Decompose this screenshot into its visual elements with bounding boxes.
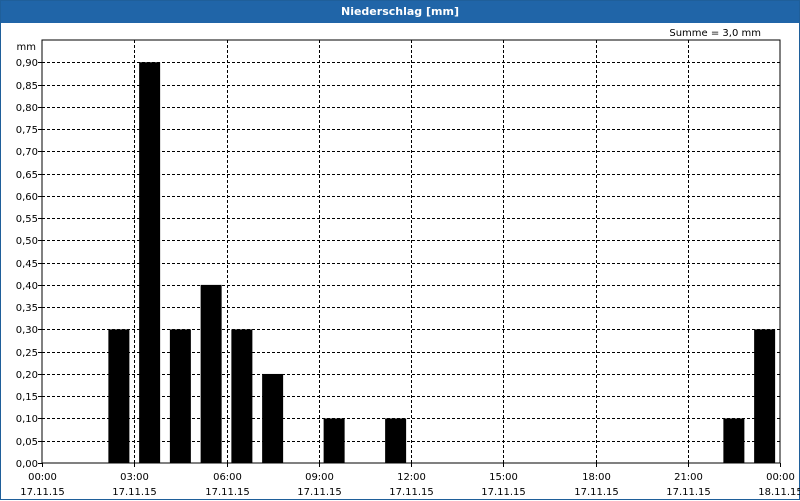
x-tick-date-label: 17.11.15 bbox=[112, 487, 157, 498]
y-tick-label: 0,35 bbox=[16, 303, 38, 314]
x-tick-date-label: 17.11.15 bbox=[481, 487, 526, 498]
y-tick-label: 0,10 bbox=[16, 414, 38, 425]
x-tick-date-label: 17.11.15 bbox=[20, 487, 65, 498]
x-tick-date-label: 17.11.15 bbox=[205, 487, 250, 498]
y-tick-label: 0,85 bbox=[16, 81, 38, 92]
bar bbox=[108, 329, 130, 463]
y-tick-label: 0,60 bbox=[16, 192, 38, 203]
bar bbox=[200, 284, 222, 463]
y-tick-label: 0,05 bbox=[16, 437, 38, 448]
x-tick-time-label: 06:00 bbox=[213, 472, 242, 483]
y-tick-label: 0,90 bbox=[16, 58, 38, 69]
x-tick-date-label: 18.11.15 bbox=[758, 487, 800, 498]
bar bbox=[323, 418, 345, 463]
x-tick-time-label: 18:00 bbox=[582, 472, 611, 483]
bar bbox=[754, 329, 776, 463]
y-tick-label: 0,40 bbox=[16, 281, 38, 292]
y-tick-label: 0,70 bbox=[16, 147, 38, 158]
y-tick-label: 0,15 bbox=[16, 392, 38, 403]
x-tick-date-label: 17.11.15 bbox=[574, 487, 619, 498]
x-tick-time-label: 15:00 bbox=[489, 472, 518, 483]
y-axis-label: mm bbox=[17, 42, 36, 53]
bar bbox=[169, 329, 191, 463]
y-tick-label: 0,00 bbox=[16, 459, 38, 470]
bar bbox=[385, 418, 407, 463]
y-tick-label: 0,65 bbox=[16, 170, 38, 181]
x-tick-date-label: 17.11.15 bbox=[389, 487, 434, 498]
y-tick-label: 0,50 bbox=[16, 236, 38, 247]
bar bbox=[723, 418, 745, 463]
y-tick-label: 0,80 bbox=[16, 103, 38, 114]
y-tick-label: 0,20 bbox=[16, 370, 38, 381]
y-tick-label: 0,55 bbox=[16, 214, 38, 225]
y-tick-label: 0,25 bbox=[16, 348, 38, 359]
y-tick-label: 0,30 bbox=[16, 325, 38, 336]
y-tick-label: 0,75 bbox=[16, 125, 38, 136]
x-tick-time-label: 12:00 bbox=[397, 472, 426, 483]
x-tick-date-label: 17.11.15 bbox=[666, 487, 711, 498]
x-tick-time-label: 09:00 bbox=[305, 472, 334, 483]
precipitation-chart: 0,00 0,05 0,10 0,15 0,20 0,25 0,30 0,35 0,40 0,45… bbox=[16, 39, 800, 498]
x-tick-time-label: 21:00 bbox=[674, 472, 703, 483]
bar bbox=[262, 373, 284, 463]
x-tick-time-label: 03:00 bbox=[120, 472, 149, 483]
x-tick-date-label: 17.11.15 bbox=[297, 487, 342, 498]
chart-window: Niederschlag [mm] Summe = 3,0 mm 0,00 0,0… bbox=[0, 0, 800, 500]
bar bbox=[139, 62, 161, 464]
x-tick-time-label: 00:00 bbox=[28, 472, 57, 483]
bar bbox=[231, 329, 253, 463]
x-tick-time-label: 00:00 bbox=[766, 472, 795, 483]
y-tick-label: 0,45 bbox=[16, 259, 38, 270]
